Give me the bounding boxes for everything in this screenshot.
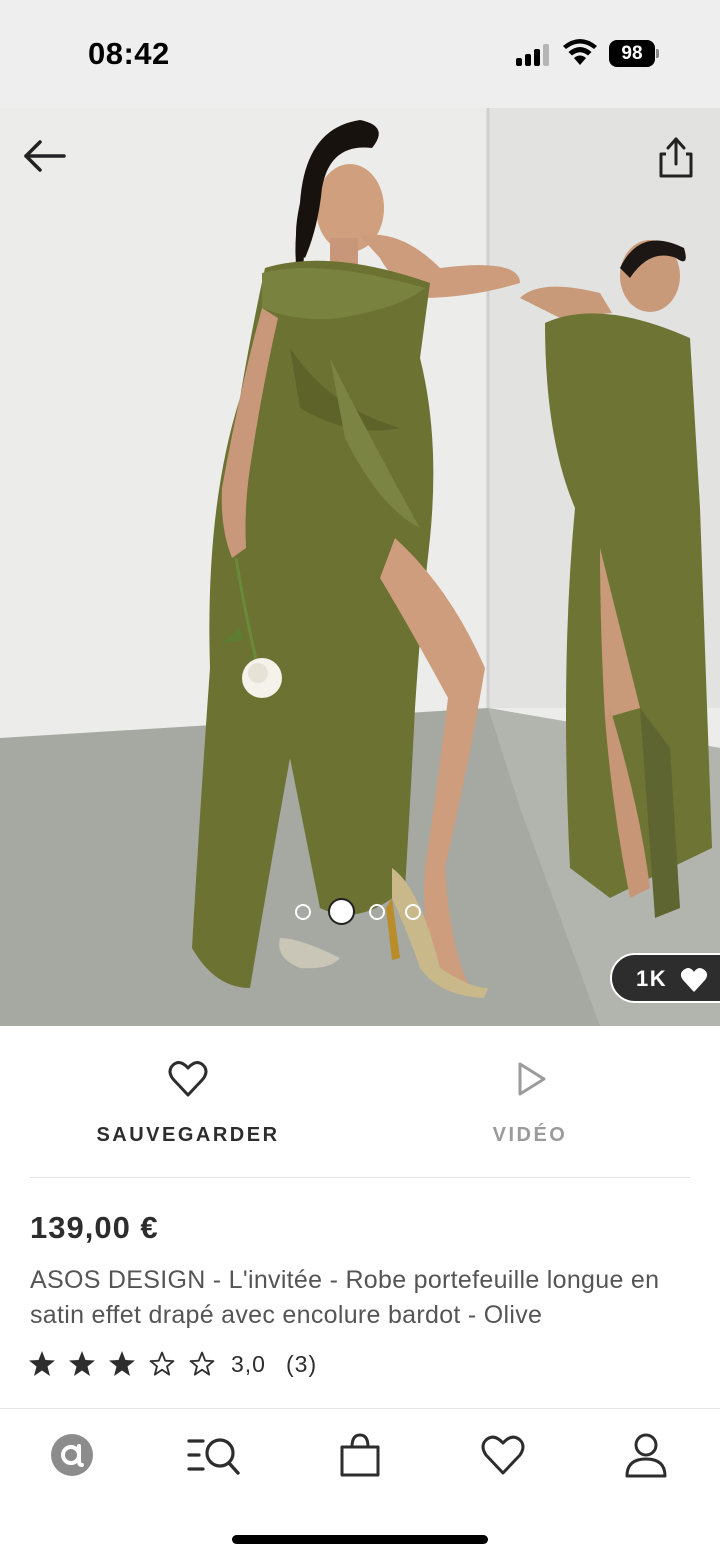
carousel-dot[interactable]: [369, 904, 385, 920]
wifi-icon: [563, 39, 597, 65]
bag-icon[interactable]: [335, 1431, 385, 1479]
divider: [30, 1177, 690, 1178]
carousel-dots: [295, 898, 425, 925]
likes-count: 1K: [636, 966, 668, 991]
star-empty-icon: [189, 1351, 215, 1376]
share-icon[interactable]: [654, 134, 698, 180]
carousel-dot[interactable]: [405, 904, 421, 920]
heart-outline-icon: [168, 1061, 208, 1097]
search-icon[interactable]: [186, 1431, 242, 1479]
star-filled-icon: [29, 1351, 55, 1376]
status-time: 08:42: [88, 36, 170, 71]
signal-icon: [516, 44, 554, 66]
product-title: ASOS DESIGN - L'invitée - Robe portefeui…: [30, 1266, 660, 1329]
product-image-carousel[interactable]: 1K: [0, 108, 720, 1026]
product-price: 139,00 €: [30, 1210, 159, 1245]
video-button[interactable]: VIDÉO: [350, 1026, 710, 1176]
carousel-dot[interactable]: [295, 904, 311, 920]
battery-level: 98: [609, 40, 655, 67]
status-bar: 08:42 98: [0, 0, 720, 108]
star-filled-icon: [69, 1351, 95, 1376]
battery-icon: 98: [609, 40, 659, 67]
video-label: VIDÉO: [492, 1124, 568, 1146]
rating-count: (3): [286, 1351, 318, 1377]
save-button[interactable]: SAUVEGARDER: [8, 1026, 368, 1176]
save-label: SAUVEGARDER: [96, 1124, 280, 1146]
heart-icon: [680, 968, 708, 992]
likes-badge[interactable]: 1K: [610, 953, 720, 1003]
bottom-nav: [0, 1409, 720, 1559]
home-indicator: [232, 1535, 488, 1544]
saved-icon[interactable]: [478, 1431, 528, 1479]
rating-value: 3,0: [231, 1351, 266, 1377]
product-actions: SAUVEGARDER VIDÉO: [0, 1026, 720, 1176]
home-icon[interactable]: [47, 1431, 97, 1479]
account-icon[interactable]: [621, 1431, 671, 1479]
product-rating[interactable]: 3,0 (3): [28, 1348, 428, 1380]
carousel-dot-active[interactable]: [328, 898, 355, 925]
product-photo: [0, 108, 720, 1026]
star-empty-icon: [149, 1351, 175, 1376]
star-filled-icon: [109, 1351, 135, 1376]
play-icon: [518, 1062, 546, 1096]
back-arrow-icon[interactable]: [22, 138, 68, 174]
